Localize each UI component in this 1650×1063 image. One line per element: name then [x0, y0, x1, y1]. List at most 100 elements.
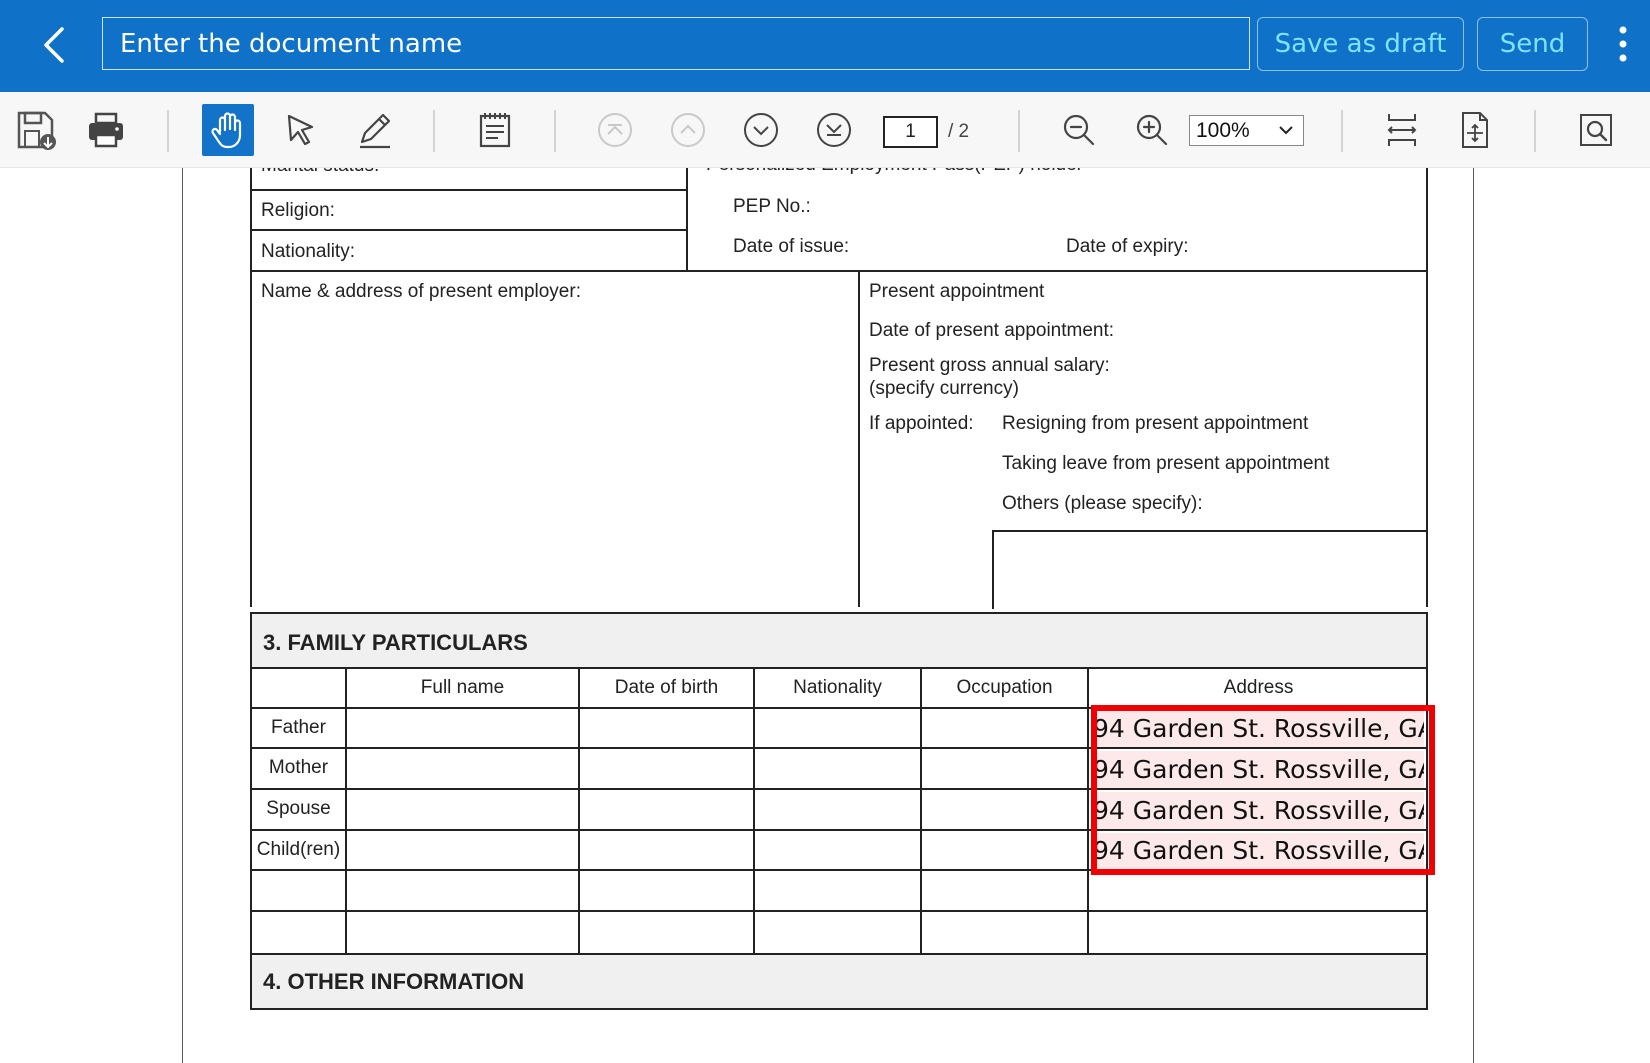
current-page-input[interactable]: 1	[883, 116, 938, 148]
table-cell[interactable]	[345, 869, 578, 910]
table-cell[interactable]	[753, 910, 920, 955]
row-label: Child(ren)	[256, 839, 341, 860]
toolbar-separator	[1341, 110, 1343, 152]
table-cell: Mother	[250, 747, 345, 788]
zoom-out-icon	[1063, 114, 1095, 146]
send-button[interactable]: Send	[1477, 17, 1588, 71]
table-cell[interactable]: 94 Garden St. Rossville, GA	[1087, 747, 1428, 788]
draw-tool-button[interactable]	[348, 104, 400, 156]
table-cell[interactable]	[578, 869, 753, 910]
column-header: Address	[1223, 677, 1294, 698]
table-cell[interactable]	[920, 747, 1087, 788]
row-label: Father	[271, 717, 326, 738]
hand-tool-button[interactable]	[202, 104, 254, 156]
last-page-button[interactable]	[808, 104, 860, 156]
table-cell[interactable]	[345, 747, 578, 788]
column-header: Date of birth	[614, 677, 719, 698]
table-cell[interactable]	[578, 910, 753, 955]
table-cell[interactable]: 94 Garden St. Rossville, GA	[1087, 829, 1428, 869]
table-header-cell: Full name	[345, 667, 578, 707]
table-cell[interactable]	[920, 788, 1087, 829]
table-header-cell: Address	[1087, 667, 1428, 707]
address-field[interactable]: 94 Garden St. Rossville, GA	[1093, 751, 1424, 788]
table-cell[interactable]	[753, 707, 920, 747]
address-field[interactable]: 94 Garden St. Rossville, GA	[1093, 792, 1424, 829]
chevron-left-icon	[44, 27, 64, 63]
column-header: Full name	[420, 677, 505, 698]
table-cell[interactable]	[578, 829, 753, 869]
table-header-cell: Nationality	[753, 667, 920, 707]
document-viewer[interactable]: Marital status: Personalized Employment …	[0, 168, 1650, 1063]
table-cell[interactable]	[920, 707, 1087, 747]
toolbar-separator	[167, 110, 169, 152]
print-button[interactable]	[80, 104, 132, 156]
more-options-button[interactable]	[1608, 20, 1638, 70]
row-label: Spouse	[266, 798, 331, 819]
table-cell[interactable]	[1087, 869, 1428, 910]
next-page-button[interactable]	[735, 104, 787, 156]
chevron-down-circle-icon	[744, 113, 778, 147]
app-header: Save as draft Send	[0, 0, 1650, 92]
document-name-input[interactable]	[102, 17, 1250, 70]
address-field[interactable]: 94 Garden St. Rossville, GA	[1093, 711, 1424, 747]
table-cell[interactable]	[920, 829, 1087, 869]
cursor-arrow-icon	[287, 114, 314, 146]
row-label: Mother	[268, 757, 329, 778]
save-as-draft-button[interactable]: Save as draft	[1257, 17, 1464, 71]
family-table: Full name Date of birth Nationality Occupat…	[250, 168, 1428, 1010]
table-header-cell	[250, 667, 345, 707]
viewer-toolbar: 1 / 2 100%	[0, 92, 1650, 168]
table-cell[interactable]	[578, 707, 753, 747]
table-cell[interactable]	[920, 910, 1087, 955]
zoom-value: 100%	[1196, 119, 1250, 142]
table-cell[interactable]: 94 Garden St. Rossville, GA	[1087, 707, 1428, 747]
table-cell[interactable]	[753, 788, 920, 829]
other-information-header: 4. OTHER INFORMATION	[250, 953, 1428, 1010]
last-page-icon	[817, 113, 851, 147]
zoom-out-button[interactable]	[1053, 104, 1105, 156]
kebab-menu-icon	[1619, 26, 1627, 62]
chevron-up-circle-icon	[671, 113, 705, 147]
table-cell[interactable]	[753, 829, 920, 869]
table-cell[interactable]	[578, 747, 753, 788]
zoom-in-button[interactable]	[1126, 104, 1178, 156]
table-cell	[250, 910, 345, 955]
table-cell[interactable]	[345, 910, 578, 955]
first-page-icon	[598, 113, 632, 147]
table-cell	[250, 869, 345, 910]
fit-width-button[interactable]	[1376, 104, 1428, 156]
notes-button[interactable]	[469, 104, 521, 156]
table-cell[interactable]	[1087, 910, 1428, 955]
previous-page-button[interactable]	[662, 104, 714, 156]
table-cell[interactable]	[920, 869, 1087, 910]
zoom-select[interactable]: 100%	[1189, 115, 1304, 146]
back-button[interactable]	[30, 16, 80, 74]
toolbar-separator	[1534, 110, 1536, 152]
column-header: Nationality	[793, 677, 882, 698]
hand-icon	[211, 112, 242, 149]
table-cell[interactable]	[345, 707, 578, 747]
table-cell[interactable]	[345, 788, 578, 829]
toolbar-separator	[1018, 110, 1020, 152]
page-edge-right	[1473, 168, 1474, 1063]
table-cell[interactable]: 94 Garden St. Rossville, GA	[1087, 788, 1428, 829]
select-tool-button[interactable]	[275, 104, 327, 156]
toolbar-separator	[554, 110, 556, 152]
first-page-button[interactable]	[589, 104, 641, 156]
table-cell[interactable]	[578, 788, 753, 829]
table-cell: Father	[250, 707, 345, 747]
fit-page-button[interactable]	[1449, 104, 1501, 156]
address-field[interactable]: 94 Garden St. Rossville, GA	[1093, 833, 1424, 869]
save-file-button[interactable]	[10, 104, 62, 156]
search-icon	[1580, 114, 1612, 146]
chevron-down-icon	[1279, 126, 1293, 135]
table-cell: Child(ren)	[250, 829, 345, 869]
table-cell[interactable]	[753, 869, 920, 910]
search-button[interactable]	[1570, 104, 1622, 156]
column-header: Occupation	[956, 677, 1053, 698]
total-pages: / 2	[948, 121, 970, 142]
pencil-icon	[360, 113, 391, 149]
table-cell[interactable]	[753, 747, 920, 788]
table-cell[interactable]	[345, 829, 578, 869]
fit-page-icon	[1462, 112, 1488, 148]
